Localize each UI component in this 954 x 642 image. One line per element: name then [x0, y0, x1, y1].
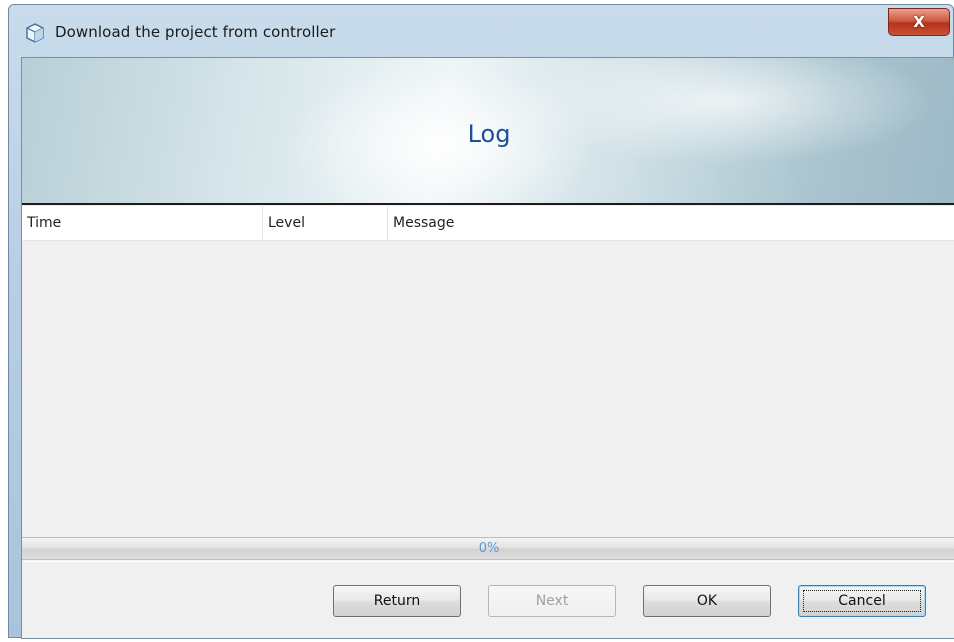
log-table-header: Time Level Message	[22, 206, 954, 241]
return-button[interactable]: Return	[333, 585, 461, 617]
cube-icon	[25, 23, 45, 43]
progress-label: 0%	[478, 541, 500, 556]
close-button[interactable]: X	[888, 8, 950, 36]
close-icon: X	[913, 13, 925, 31]
next-button[interactable]: Next	[488, 585, 616, 617]
banner-title: Log	[467, 120, 511, 148]
progress-bar: 0%	[22, 537, 954, 560]
log-list[interactable]	[22, 241, 954, 535]
ok-button[interactable]: OK	[643, 585, 771, 617]
download-dialog: Download the project from controller X L…	[8, 4, 954, 639]
title-bar[interactable]: Download the project from controller X	[9, 5, 953, 55]
column-header-message[interactable]: Message	[388, 206, 954, 240]
column-header-time[interactable]: Time	[22, 206, 263, 240]
column-header-level[interactable]: Level	[263, 206, 388, 240]
button-bar: Return Next OK Cancel	[22, 561, 954, 638]
window-title: Download the project from controller	[55, 23, 336, 41]
focus-rectangle	[803, 590, 921, 612]
cancel-button[interactable]: Cancel	[798, 585, 926, 617]
dialog-client-area: Log Time Level Message 0% Return Next OK…	[21, 57, 954, 639]
header-banner: Log	[22, 58, 954, 205]
